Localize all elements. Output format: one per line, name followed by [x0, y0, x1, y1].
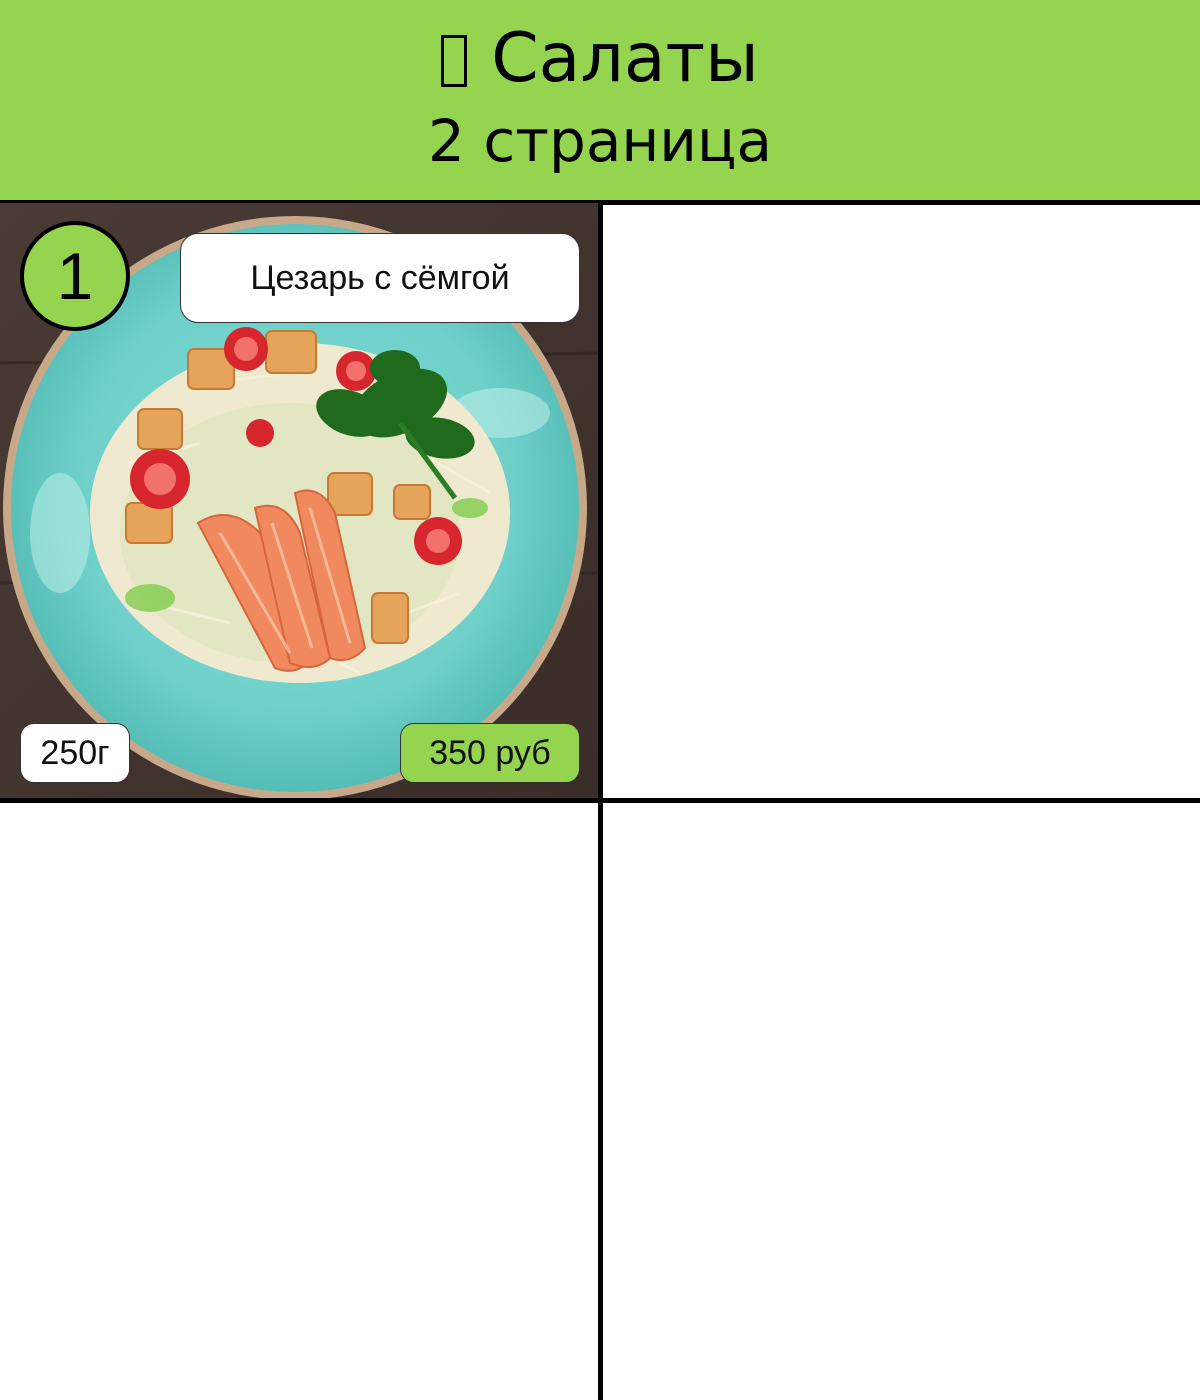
- menu-card-1[interactable]: 1 Цезарь с сёмгой 250г 350 руб: [0, 203, 598, 798]
- dish-weight-label: 250г: [20, 723, 130, 783]
- page-title: Салаты: [491, 19, 759, 98]
- dish-price-label: 350 руб: [400, 723, 580, 783]
- missing-glyph-icon: [441, 35, 468, 87]
- dish-number-badge: 1: [20, 221, 130, 331]
- page-subtitle: 2 страница: [427, 107, 772, 175]
- menu-card-empty-4: [603, 803, 1200, 1400]
- menu-card-empty-3: [0, 803, 598, 1400]
- menu-card-empty-2: [603, 205, 1200, 798]
- header-title-row: Салаты: [0, 18, 1200, 100]
- dish-name-label: Цезарь с сёмгой: [180, 233, 580, 323]
- page-header: Салаты 2 страница: [0, 0, 1200, 200]
